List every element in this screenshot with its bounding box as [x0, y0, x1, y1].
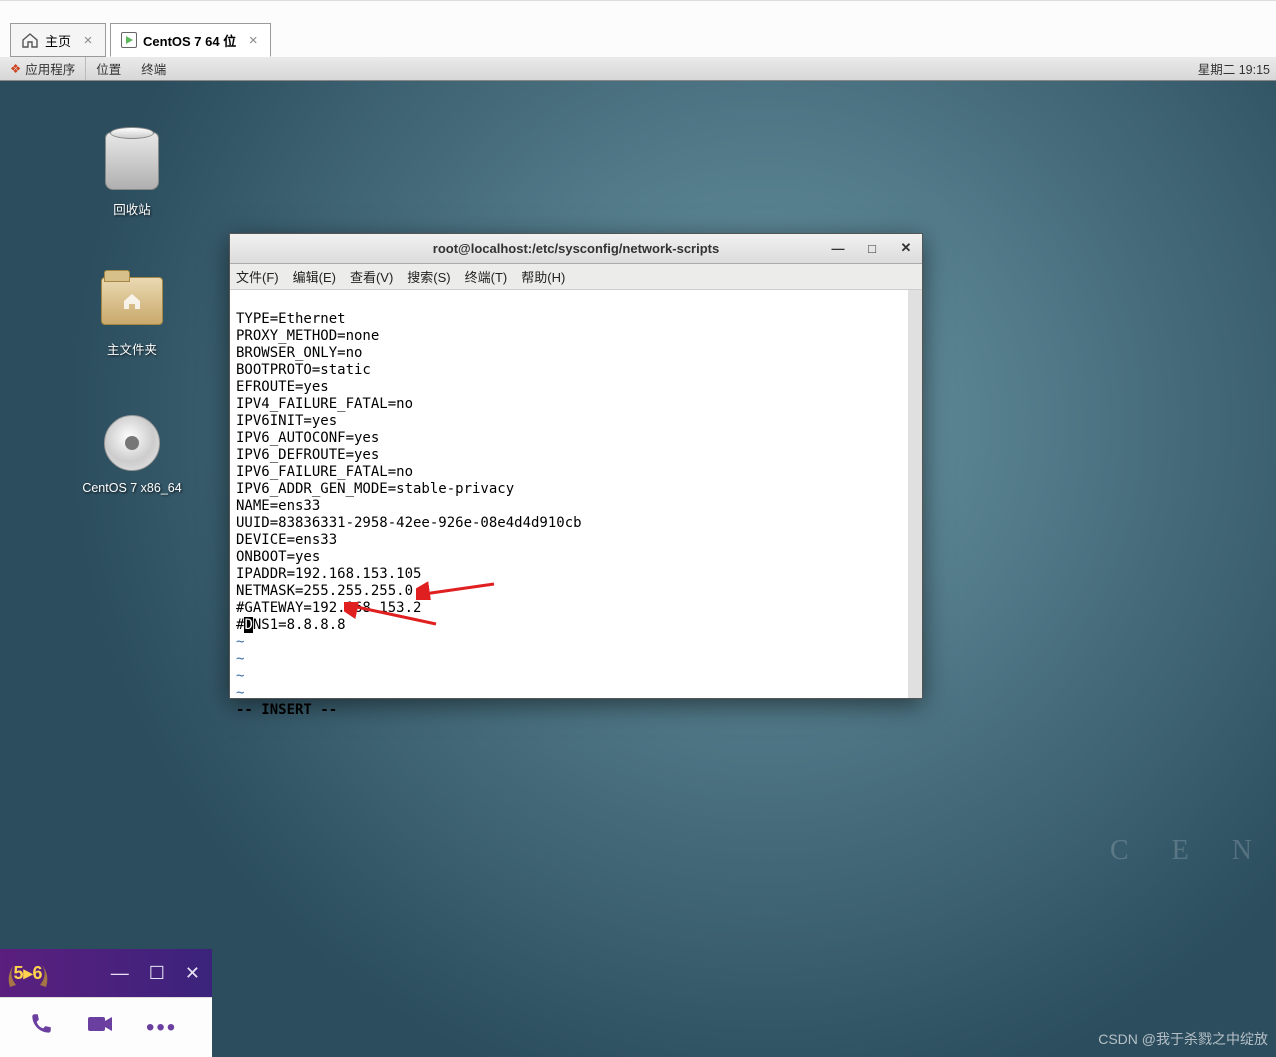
- maximize-button[interactable]: □: [862, 238, 882, 258]
- places-label: 位置: [96, 59, 121, 78]
- desktop[interactable]: C E N 回收站 主文件夹 CentOS 7 x86_64 root@loca…: [0, 81, 1276, 1057]
- term-line-dns: #DNS1=8.8.8.8: [236, 617, 346, 633]
- vm-play-icon: [121, 32, 137, 48]
- vim-tilde: ~: [236, 651, 244, 667]
- phone-icon[interactable]: [28, 1011, 54, 1044]
- terminal-window: root@localhost:/etc/sysconfig/network-sc…: [229, 233, 923, 699]
- term-line: IPV6INIT=yes: [236, 413, 337, 429]
- csdn-watermark: CSDN @我于杀戮之中绽放: [1098, 1029, 1268, 1049]
- term-line: IPV6_AUTOCONF=yes: [236, 430, 379, 446]
- close-button[interactable]: ✕: [896, 238, 916, 258]
- applications-menu[interactable]: ❖ 应用程序: [0, 57, 86, 80]
- desktop-icon-homefolder[interactable]: 主文件夹: [72, 269, 192, 358]
- vmware-tab-home-label: 主页: [45, 31, 71, 50]
- terminal-body[interactable]: TYPE=Ethernet PROXY_METHOD=none BROWSER_…: [230, 290, 922, 698]
- folder-icon: [100, 269, 164, 333]
- vim-status: -- INSERT --: [236, 702, 337, 718]
- term-line: IPV6_DEFROUTE=yes: [236, 447, 379, 463]
- places-menu[interactable]: 位置: [86, 57, 131, 80]
- term-line: UUID=83836331-2958-42ee-926e-08e4d4d910c…: [236, 515, 582, 531]
- applications-label: 应用程序: [25, 59, 75, 78]
- level-text: 5▸6: [13, 963, 42, 984]
- term-line: IPADDR=192.168.153.105: [236, 566, 421, 582]
- term-line: EFROUTE=yes: [236, 379, 329, 395]
- home-icon: [21, 32, 39, 48]
- vim-tilde: ~: [236, 668, 244, 684]
- gnome-logo-icon: ❖: [10, 61, 21, 76]
- gnome-top-panel: ❖ 应用程序 位置 终端 星期二 19:15: [0, 57, 1276, 81]
- more-icon[interactable]: •••: [146, 1014, 177, 1042]
- desktop-icon-homefolder-label: 主文件夹: [72, 339, 192, 358]
- bottom-taskbar: •••: [0, 997, 212, 1057]
- term-line: BOOTPROTO=static: [236, 362, 371, 378]
- annotation-arrow-icon: [416, 580, 498, 600]
- clock-label: 星期二 19:15: [1198, 63, 1270, 77]
- term-line: IPV6_FAILURE_FATAL=no: [236, 464, 413, 480]
- desktop-icon-disc-label: CentOS 7 x86_64: [72, 481, 192, 495]
- window-controls: — □ ✕: [828, 238, 916, 258]
- disc-icon: [100, 411, 164, 475]
- vmware-tab-centos-label: CentOS 7 64 位: [143, 34, 236, 49]
- term-line: IPV4_FAILURE_FATAL=no: [236, 396, 413, 412]
- clock[interactable]: 星期二 19:15: [1198, 59, 1276, 78]
- term-line: #GATEWAY=192.168.153.2: [236, 600, 421, 616]
- menu-terminal[interactable]: 终端(T): [465, 267, 508, 286]
- menu-search[interactable]: 搜索(S): [407, 267, 450, 286]
- maximize-button[interactable]: ☐: [149, 963, 165, 984]
- centos-watermark: C E N: [1110, 835, 1270, 867]
- terminal-menu[interactable]: 终端: [131, 57, 176, 80]
- term-line: DEVICE=ens33: [236, 532, 337, 548]
- minimize-button[interactable]: —: [828, 238, 848, 258]
- vim-tilde: ~: [236, 634, 244, 650]
- desktop-icon-disc[interactable]: CentOS 7 x86_64: [72, 411, 192, 495]
- trash-icon: [100, 129, 164, 193]
- menu-file[interactable]: 文件(F): [236, 267, 279, 286]
- terminal-menu-label: 终端: [141, 59, 166, 78]
- terminal-titlebar[interactable]: root@localhost:/etc/sysconfig/network-sc…: [230, 234, 922, 264]
- menu-edit[interactable]: 编辑(E): [293, 267, 336, 286]
- level-badge: 5▸6: [4, 951, 52, 995]
- close-icon[interactable]: ×: [246, 33, 260, 47]
- term-line: BROWSER_ONLY=no: [236, 345, 362, 361]
- vmware-tab-bar: 主页 × CentOS 7 64 位 ×: [0, 0, 1276, 57]
- close-button[interactable]: ✕: [185, 963, 200, 984]
- term-line: PROXY_METHOD=none: [236, 328, 379, 344]
- vim-cursor: D: [244, 617, 252, 633]
- desktop-icon-trash-label: 回收站: [72, 199, 192, 218]
- term-line: IPV6_ADDR_GEN_MODE=stable-privacy: [236, 481, 514, 497]
- minimize-button[interactable]: —: [111, 963, 129, 984]
- close-icon[interactable]: ×: [81, 33, 95, 47]
- vmware-tab-home[interactable]: 主页 ×: [10, 23, 106, 57]
- term-line: NAME=ens33: [236, 498, 320, 514]
- menu-help[interactable]: 帮助(H): [521, 267, 565, 286]
- term-line: TYPE=Ethernet: [236, 311, 346, 327]
- term-line: ONBOOT=yes: [236, 549, 320, 565]
- level-panel[interactable]: 5▸6 — ☐ ✕: [0, 949, 212, 997]
- camera-icon[interactable]: [86, 1012, 114, 1043]
- desktop-icon-trash[interactable]: 回收站: [72, 129, 192, 218]
- menu-view[interactable]: 查看(V): [350, 267, 393, 286]
- terminal-title: root@localhost:/etc/sysconfig/network-sc…: [433, 241, 719, 256]
- vim-tilde: ~: [236, 685, 244, 701]
- vmware-tab-centos[interactable]: CentOS 7 64 位 ×: [110, 23, 271, 57]
- term-line: NETMASK=255.255.255.0: [236, 583, 413, 599]
- terminal-menubar: 文件(F) 编辑(E) 查看(V) 搜索(S) 终端(T) 帮助(H): [230, 264, 922, 290]
